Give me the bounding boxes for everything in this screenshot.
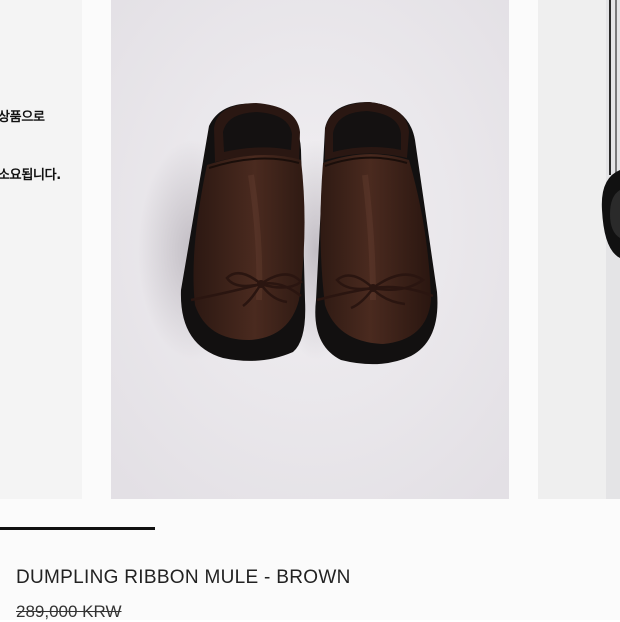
product-photo (111, 0, 509, 499)
next-product-photo (538, 0, 620, 499)
product-name[interactable]: DUMPLING RIBBON MULE - BROWN (16, 567, 351, 589)
notice-text-line-2: 소요됩니다. (0, 168, 61, 183)
notice-text-line-1: 상품으로 (0, 110, 45, 125)
carousel-progress-track (0, 527, 620, 530)
carousel-slide-next[interactable] (538, 0, 620, 499)
product-price: 289,000 KRW (16, 602, 122, 621)
carousel-progress-bar (0, 527, 155, 530)
carousel-slide-previous[interactable]: 상품으로 소요됩니다. (0, 0, 82, 499)
carousel-slide-current[interactable] (111, 0, 509, 499)
